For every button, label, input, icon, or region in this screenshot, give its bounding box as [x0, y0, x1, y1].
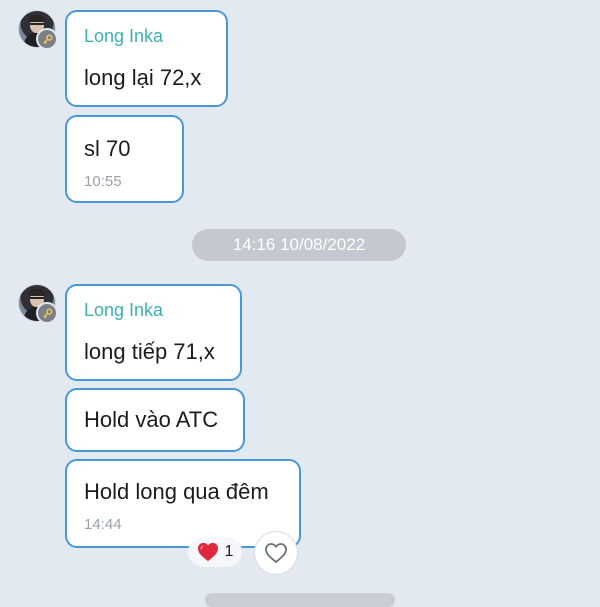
date-separator: 14:16 10/08/2022	[192, 229, 406, 261]
key-icon	[36, 302, 58, 324]
message-text: Hold long qua đêm	[84, 479, 269, 504]
message-timestamp: 14:44	[84, 516, 122, 533]
heart-icon	[197, 542, 218, 562]
key-icon	[36, 28, 58, 50]
sender-name[interactable]: Long Inka	[84, 25, 163, 47]
reaction-summary[interactable]: 1	[188, 537, 242, 567]
message-bubble[interactable]: sl 70 10:55	[65, 115, 184, 203]
reaction-count: 1	[224, 543, 234, 560]
add-reaction-button[interactable]	[254, 531, 298, 575]
scroll-indicator	[205, 593, 395, 607]
message-text: sl 70	[84, 136, 131, 161]
message-bubble[interactable]: Long Inka long tiếp 71,x	[65, 284, 242, 381]
message-text: Hold vào ATC	[84, 407, 219, 432]
message-timestamp: 10:55	[84, 173, 122, 190]
message-text: long lại 72,x	[84, 65, 202, 90]
message-text: long tiếp 71,x	[84, 339, 215, 364]
heart-outline-icon	[265, 543, 287, 563]
sender-name[interactable]: Long Inka	[84, 299, 163, 321]
message-bubble[interactable]: Long Inka long lại 72,x	[65, 10, 228, 107]
message-bubble[interactable]: Hold vào ATC	[65, 388, 245, 452]
chat-view: Long Inka long lại 72,x sl 70 10:55 14:1…	[0, 0, 600, 607]
